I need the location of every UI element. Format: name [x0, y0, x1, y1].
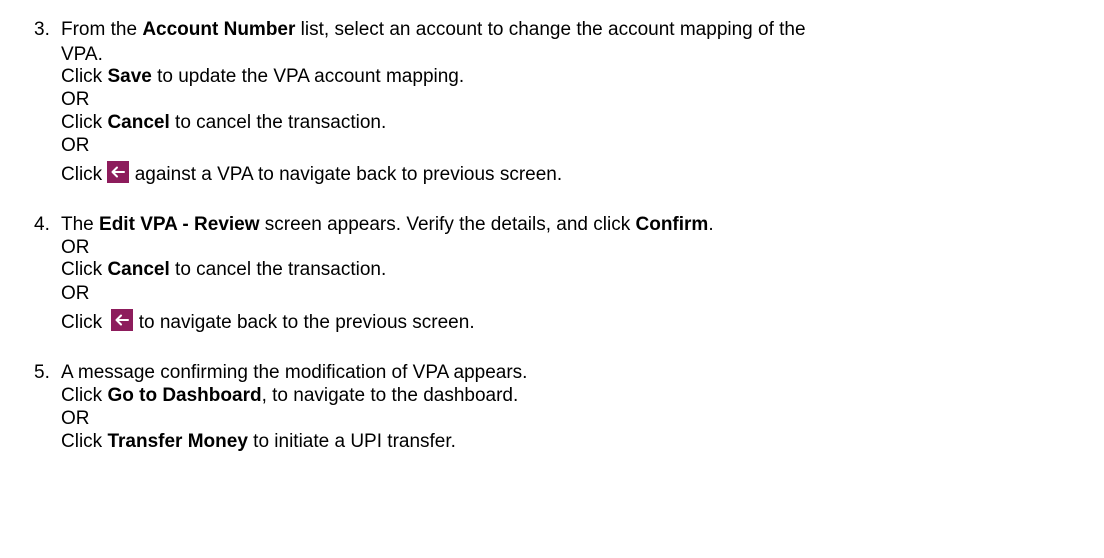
cancel-label: Cancel [107, 259, 170, 280]
text: to update the VPA account mapping. [151, 66, 465, 87]
text: From the [61, 19, 143, 40]
account-number-label: Account Number [142, 19, 296, 40]
text: against a VPA to navigate back to previo… [129, 164, 563, 185]
or-separator: OR [61, 408, 90, 429]
or-separator: OR [61, 283, 90, 304]
back-instruction: Click against a VPA to navigate back to … [61, 161, 562, 186]
save-instruction: Click Save to update the VPA account map… [61, 66, 464, 88]
transfer-money-label: Transfer Money [107, 431, 248, 452]
step-3-instruction-cont: VPA. [61, 44, 103, 66]
confirm-label: Confirm [635, 214, 709, 235]
step-number: 5. [34, 362, 50, 383]
edit-vpa-review-label: Edit VPA - Review [99, 214, 260, 235]
text: Click [61, 112, 108, 133]
text: to cancel the transaction. [169, 112, 387, 133]
step-5-instruction: A message confirming the modification of… [61, 362, 528, 383]
cancel-label: Cancel [107, 112, 170, 133]
text: to navigate back to the previous screen. [133, 312, 475, 333]
text: . [708, 214, 714, 235]
go-to-dashboard-label: Go to Dashboard [107, 385, 262, 406]
text: , to navigate to the dashboard. [261, 385, 519, 406]
or-separator: OR [61, 135, 90, 156]
text: Click [61, 66, 108, 87]
dashboard-instruction: Click Go to Dashboard, to navigate to th… [61, 385, 518, 407]
text: Click [61, 385, 108, 406]
step-3-instruction: From the Account Number list, select an … [61, 19, 806, 41]
cancel-instruction: Click Cancel to cancel the transaction. [61, 112, 386, 134]
text: to cancel the transaction. [169, 259, 387, 280]
transfer-instruction: Click Transfer Money to initiate a UPI t… [61, 431, 456, 453]
step-4-instruction: The Edit VPA - Review screen appears. Ve… [61, 214, 714, 236]
text: to initiate a UPI transfer. [247, 431, 456, 452]
text: The [61, 214, 100, 235]
text: Click [61, 312, 108, 333]
cancel-instruction: Click Cancel to cancel the transaction. [61, 259, 386, 281]
back-instruction: Click to navigate back to the previous s… [61, 309, 475, 334]
arrow-left-icon [111, 309, 134, 331]
text: Click [61, 259, 108, 280]
step-number: 3. [34, 19, 50, 40]
text: screen appears. Verify the details, and … [259, 214, 636, 235]
step-number: 4. [34, 214, 50, 235]
or-separator: OR [61, 237, 90, 258]
text: Click [61, 431, 108, 452]
save-label: Save [107, 66, 152, 87]
text: list, select an account to change the ac… [295, 19, 806, 40]
text: VPA. [61, 44, 103, 65]
or-separator: OR [61, 89, 90, 110]
arrow-left-icon [107, 161, 130, 183]
text: Click [61, 164, 108, 185]
